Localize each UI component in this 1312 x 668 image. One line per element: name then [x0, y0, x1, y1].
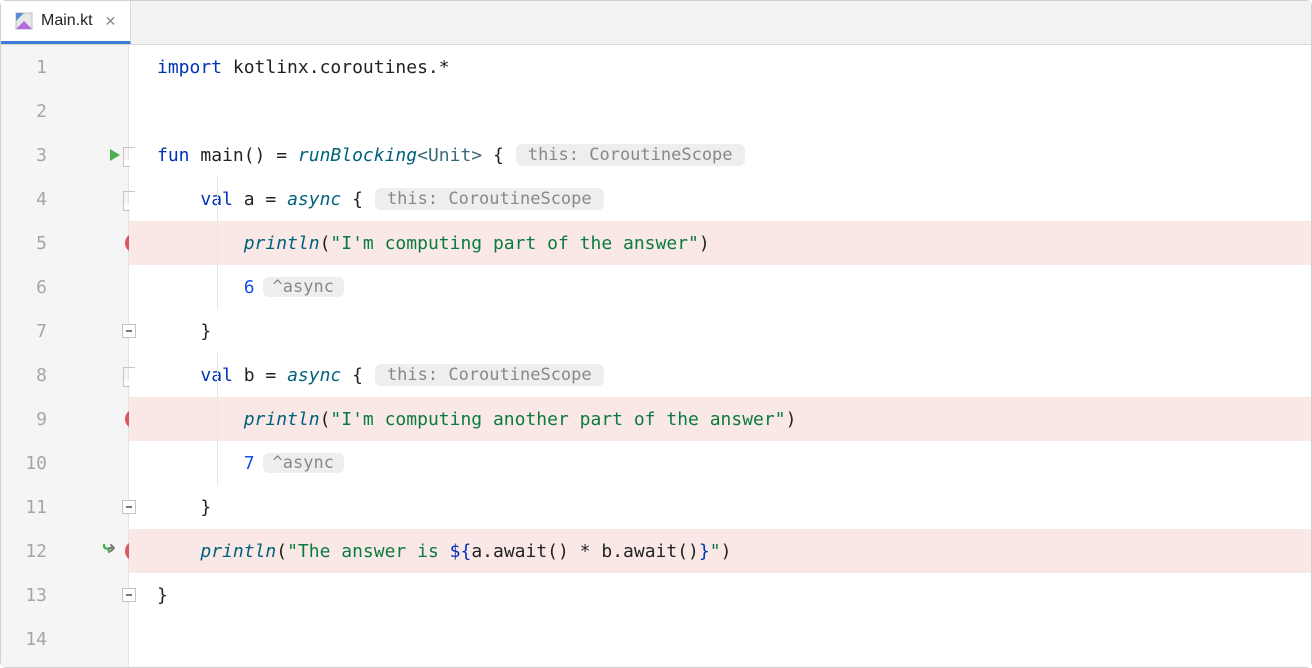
brace: { [341, 189, 363, 210]
number-literal: 7 [244, 453, 255, 474]
code-line[interactable]: } [129, 485, 1311, 529]
editor: 1 2 3 4 5 6 7 8 9 10 11 12 [1, 45, 1311, 667]
code-line[interactable]: println("I'm computing part of the answe… [129, 221, 1311, 265]
line-number: 8 [1, 365, 47, 386]
code-line[interactable]: } [129, 573, 1311, 617]
indent [157, 321, 200, 342]
code-text: a = [233, 189, 287, 210]
line-number: 14 [1, 629, 47, 650]
string-literal: " [710, 541, 721, 562]
inlay-hint-scope: this: CoroutineScope [375, 364, 604, 386]
code-line[interactable]: import kotlinx.coroutines.* [129, 45, 1311, 89]
code-text: main() = [190, 145, 298, 166]
code-line[interactable]: 6 ^async [129, 265, 1311, 309]
function-call: println [200, 541, 276, 562]
kotlin-file-icon [15, 12, 33, 30]
indent [157, 541, 200, 562]
code-text: b = [233, 365, 287, 386]
string-literal: "I'm computing part of the answer" [330, 233, 698, 254]
indent-guide [217, 177, 218, 221]
indent [157, 365, 200, 386]
line-number: 11 [1, 497, 47, 518]
paren: ( [320, 233, 331, 254]
tab-bar: Main.kt ✕ [1, 1, 1311, 45]
indent [157, 409, 244, 430]
indent-guide [217, 353, 218, 397]
keyword: fun [157, 145, 190, 166]
code-line[interactable] [129, 89, 1311, 133]
template-start: ${ [450, 541, 472, 562]
line-number: 7 [1, 321, 47, 342]
indent-guide [217, 441, 218, 485]
line-number: 6 [1, 277, 47, 298]
close-tab-icon[interactable]: ✕ [105, 13, 117, 30]
line-number: 2 [1, 101, 47, 122]
paren: ) [699, 233, 710, 254]
code-area[interactable]: import kotlinx.coroutines.* fun main() =… [129, 45, 1311, 667]
function-call: println [244, 233, 320, 254]
line-number: 10 [1, 453, 47, 474]
code-line[interactable]: 7 ^async [129, 441, 1311, 485]
brace: { [341, 365, 363, 386]
indent [157, 497, 200, 518]
code-line[interactable]: } [129, 309, 1311, 353]
inlay-hint-return: ^async [263, 277, 344, 297]
inlay-hint-return: ^async [263, 453, 344, 473]
brace: } [157, 585, 168, 606]
suspend-call-icon [101, 540, 119, 563]
string-literal: "The answer is [287, 541, 450, 562]
code-line[interactable]: println("I'm computing another part of t… [129, 397, 1311, 441]
indent [157, 453, 244, 474]
brace: } [200, 497, 211, 518]
code-line[interactable] [129, 617, 1311, 661]
line-number: 13 [1, 585, 47, 606]
keyword: import [157, 57, 222, 78]
code-line[interactable]: fun main() = runBlocking<Unit> { this: C… [129, 133, 1311, 177]
string-literal: "I'm computing another part of the answe… [330, 409, 785, 430]
function-call: runBlocking [298, 145, 417, 166]
brace: } [200, 321, 211, 342]
line-number: 4 [1, 189, 47, 210]
brace: { [482, 145, 504, 166]
paren: ( [276, 541, 287, 562]
function-call: async [287, 189, 341, 210]
paren: ) [786, 409, 797, 430]
line-number: 5 [1, 233, 47, 254]
code-line[interactable]: val b = async { this: CoroutineScope [129, 353, 1311, 397]
template-end: } [699, 541, 710, 562]
function-call: async [287, 365, 341, 386]
inlay-hint-scope: this: CoroutineScope [375, 188, 604, 210]
template-expression: a.await() * b.await() [471, 541, 699, 562]
indent-guide [217, 221, 218, 265]
line-number: 9 [1, 409, 47, 430]
paren: ( [320, 409, 331, 430]
type-parameter: <Unit> [417, 145, 482, 166]
code-line[interactable]: println("The answer is ${a.await() * b.a… [129, 529, 1311, 573]
function-call: println [244, 409, 320, 430]
code-line[interactable]: val a = async { this: CoroutineScope [129, 177, 1311, 221]
gutter[interactable]: 1 2 3 4 5 6 7 8 9 10 11 12 [1, 45, 129, 667]
indent [157, 189, 200, 210]
indent [157, 233, 244, 254]
line-number: 12 [1, 541, 47, 562]
line-number: 1 [1, 57, 47, 78]
inlay-hint-scope: this: CoroutineScope [516, 144, 745, 166]
run-gutter-icon[interactable] [107, 147, 123, 163]
indent [157, 277, 244, 298]
code-text: kotlinx.coroutines.* [222, 57, 450, 78]
number-literal: 6 [244, 277, 255, 298]
tab-main-kt[interactable]: Main.kt ✕ [1, 1, 131, 44]
tab-filename: Main.kt [41, 12, 93, 30]
indent-guide [217, 265, 218, 309]
line-number: 3 [1, 145, 47, 166]
indent-guide [217, 397, 218, 441]
paren: ) [721, 541, 732, 562]
